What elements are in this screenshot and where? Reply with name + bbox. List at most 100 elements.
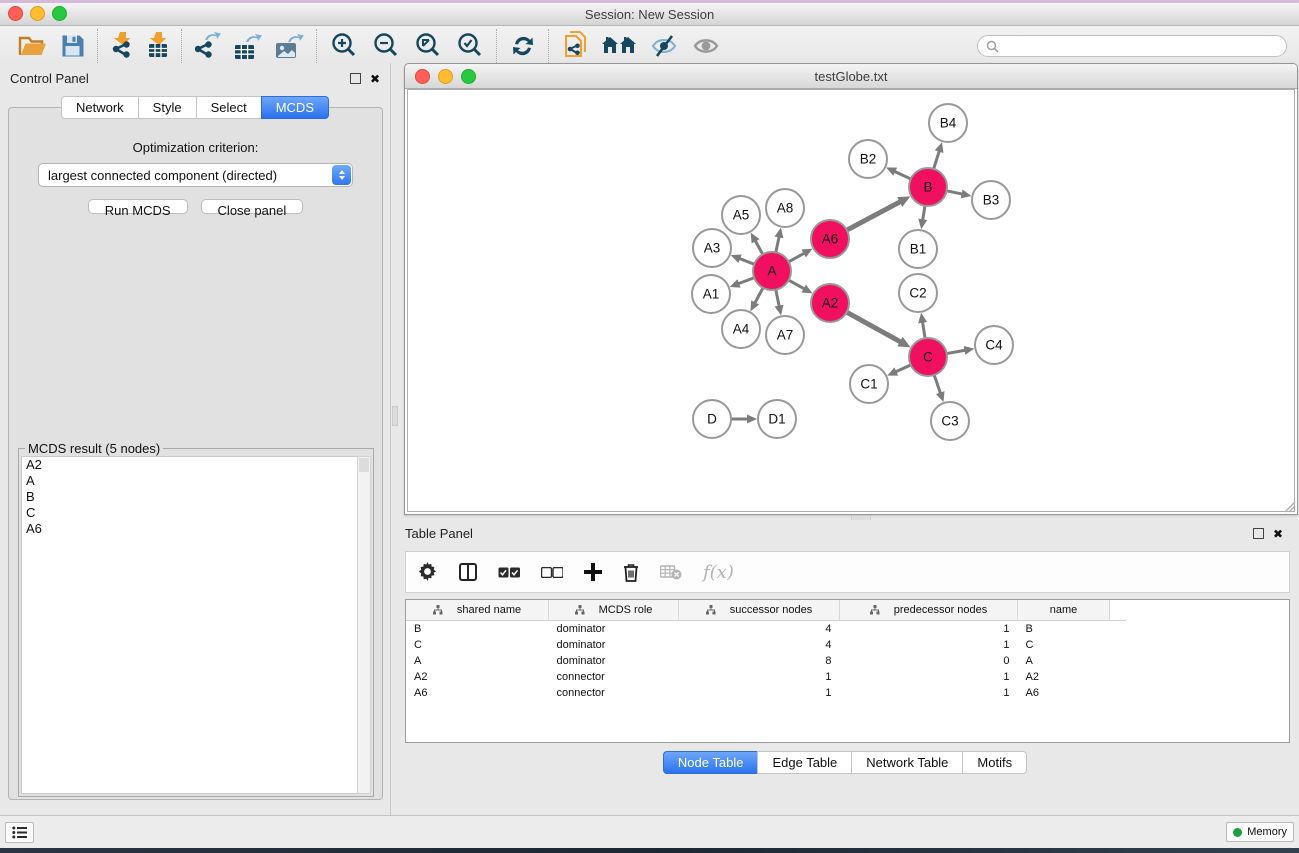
table-cell[interactable]: dominator [549,637,679,653]
network-close-button[interactable] [415,69,430,84]
mcds-result-item[interactable]: A2 [22,457,358,473]
search-input[interactable] [999,38,1278,54]
open-session-icon[interactable] [18,34,47,58]
table-cell[interactable]: C [1018,637,1110,653]
delete-column-trash-icon[interactable] [623,563,639,582]
select-all-icon[interactable] [498,567,520,578]
create-column-plus-icon[interactable] [584,563,602,581]
table-row[interactable]: A6connector11A6 [406,685,1126,701]
home-icon[interactable] [602,34,636,58]
table-cell[interactable]: B [1018,621,1110,638]
edge-A-A1[interactable] [737,277,756,284]
table-cell[interactable]: 0 [840,653,1018,669]
table-cell[interactable]: 8 [679,653,840,669]
tab-node-table[interactable]: Node Table [663,751,758,774]
minimize-window-button[interactable] [30,6,45,21]
mcds-result-item[interactable]: A [22,473,358,489]
resize-grip-icon[interactable] [1282,499,1296,513]
edge-A-A7[interactable] [775,288,779,308]
column-header-predecessor-nodes[interactable]: predecessor nodes [840,600,1018,621]
delete-table-icon[interactable] [660,564,682,580]
close-panel-icon[interactable]: ✖ [370,73,380,85]
memory-button[interactable]: Memory [1226,822,1294,842]
table-cell[interactable]: 1 [679,669,840,685]
edge-C-C3[interactable] [934,373,941,394]
table-cell[interactable]: A [1018,653,1110,669]
tab-network-table[interactable]: Network Table [851,751,962,774]
tab-network[interactable]: Network [61,96,138,119]
network-window-controls[interactable] [415,69,476,84]
edge-A6-B[interactable] [845,201,901,231]
search-field[interactable] [977,35,1287,57]
deselect-all-icon[interactable] [541,567,563,578]
table-cell[interactable]: 1 [840,669,1018,685]
table-cell[interactable]: A2 [406,669,549,685]
column-header-successor-nodes[interactable]: successor nodes [679,600,840,621]
table-cell[interactable]: dominator [549,621,679,638]
table-row[interactable]: Adominator80A [406,653,1126,669]
tab-motifs[interactable]: Motifs [962,751,1027,774]
table-cell[interactable]: dominator [549,653,679,669]
split-gripper-vertical[interactable] [392,406,398,426]
save-session-icon[interactable] [61,34,85,58]
table-cell[interactable]: B [406,621,549,638]
table-cell[interactable]: C [406,637,549,653]
network-zoom-button[interactable] [461,69,476,84]
table-close-icon[interactable]: ✖ [1273,528,1283,540]
edge-C-C4[interactable] [945,350,967,354]
zoom-fit-icon[interactable] [414,32,442,60]
table-cell[interactable]: 1 [679,685,840,701]
import-table-icon[interactable] [147,32,169,60]
result-scrollbar[interactable] [357,456,371,794]
network-window-titlebar[interactable]: testGlobe.txt [405,64,1297,89]
tab-style[interactable]: Style [138,96,196,119]
export-table-icon[interactable] [235,32,262,60]
zoom-window-button[interactable] [52,6,67,21]
table-row[interactable]: A2connector11A2 [406,669,1126,685]
column-header-name[interactable]: name [1018,600,1110,621]
table-cell[interactable]: 4 [679,637,840,653]
table-cell[interactable]: A6 [406,685,549,701]
refresh-icon[interactable] [510,33,536,59]
table-row[interactable]: Cdominator41C [406,637,1126,653]
close-panel-button[interactable]: Close panel [201,199,304,214]
edge-B-B4[interactable] [933,150,940,171]
column-header-MCDS-role[interactable]: MCDS role [549,600,679,621]
table-row[interactable]: Bdominator41B [406,621,1126,638]
close-window-button[interactable] [8,6,23,21]
edge-A-A2[interactable] [787,279,806,289]
edge-B-B2[interactable] [893,171,912,180]
show-panels-eye-icon[interactable] [692,34,720,58]
column-header-shared-name[interactable]: shared name [406,600,549,621]
export-image-icon[interactable] [276,32,304,60]
edge-A2-C[interactable] [845,311,902,342]
table-cell[interactable]: 4 [679,621,840,638]
show-column-icon[interactable] [459,563,477,581]
table-cell[interactable]: 1 [840,685,1018,701]
run-mcds-button[interactable]: Run MCDS [88,199,188,214]
criterion-dropdown[interactable]: largest connected component (directed) [38,163,353,187]
network-graph[interactable]: B4B2BB3A5A8A6B1A3AC2A1A2A4A7C4CC1C3DD1 [408,90,1295,512]
zoom-selected-icon[interactable] [456,32,484,60]
edge-A-A4[interactable] [754,286,764,304]
zoom-out-icon[interactable] [372,32,400,60]
mcds-result-item[interactable]: A6 [22,521,358,537]
export-network-icon[interactable] [195,32,221,60]
table-cell[interactable]: A [406,653,549,669]
table-cell[interactable]: A2 [1018,669,1110,685]
table-cell[interactable]: A6 [1018,685,1110,701]
zoom-in-icon[interactable] [330,32,358,60]
new-network-from-selection-icon[interactable] [562,31,588,61]
table-cell[interactable]: connector [549,669,679,685]
hide-panels-eye-icon[interactable] [650,34,678,58]
network-minimize-button[interactable] [438,69,453,84]
tab-mcds[interactable]: MCDS [261,96,329,119]
table-cell[interactable]: 1 [840,621,1018,638]
mcds-result-item[interactable]: C [22,505,358,521]
window-controls[interactable] [8,6,67,21]
network-canvas[interactable]: B4B2BB3A5A8A6B1A3AC2A1A2A4A7C4CC1C3DD1 [407,89,1295,512]
float-panel-icon[interactable] [350,73,361,84]
node-table[interactable]: shared nameMCDS rolesuccessor nodesprede… [405,599,1290,743]
table-settings-gear-icon[interactable] [418,562,438,582]
tab-edge-table[interactable]: Edge Table [757,751,851,774]
